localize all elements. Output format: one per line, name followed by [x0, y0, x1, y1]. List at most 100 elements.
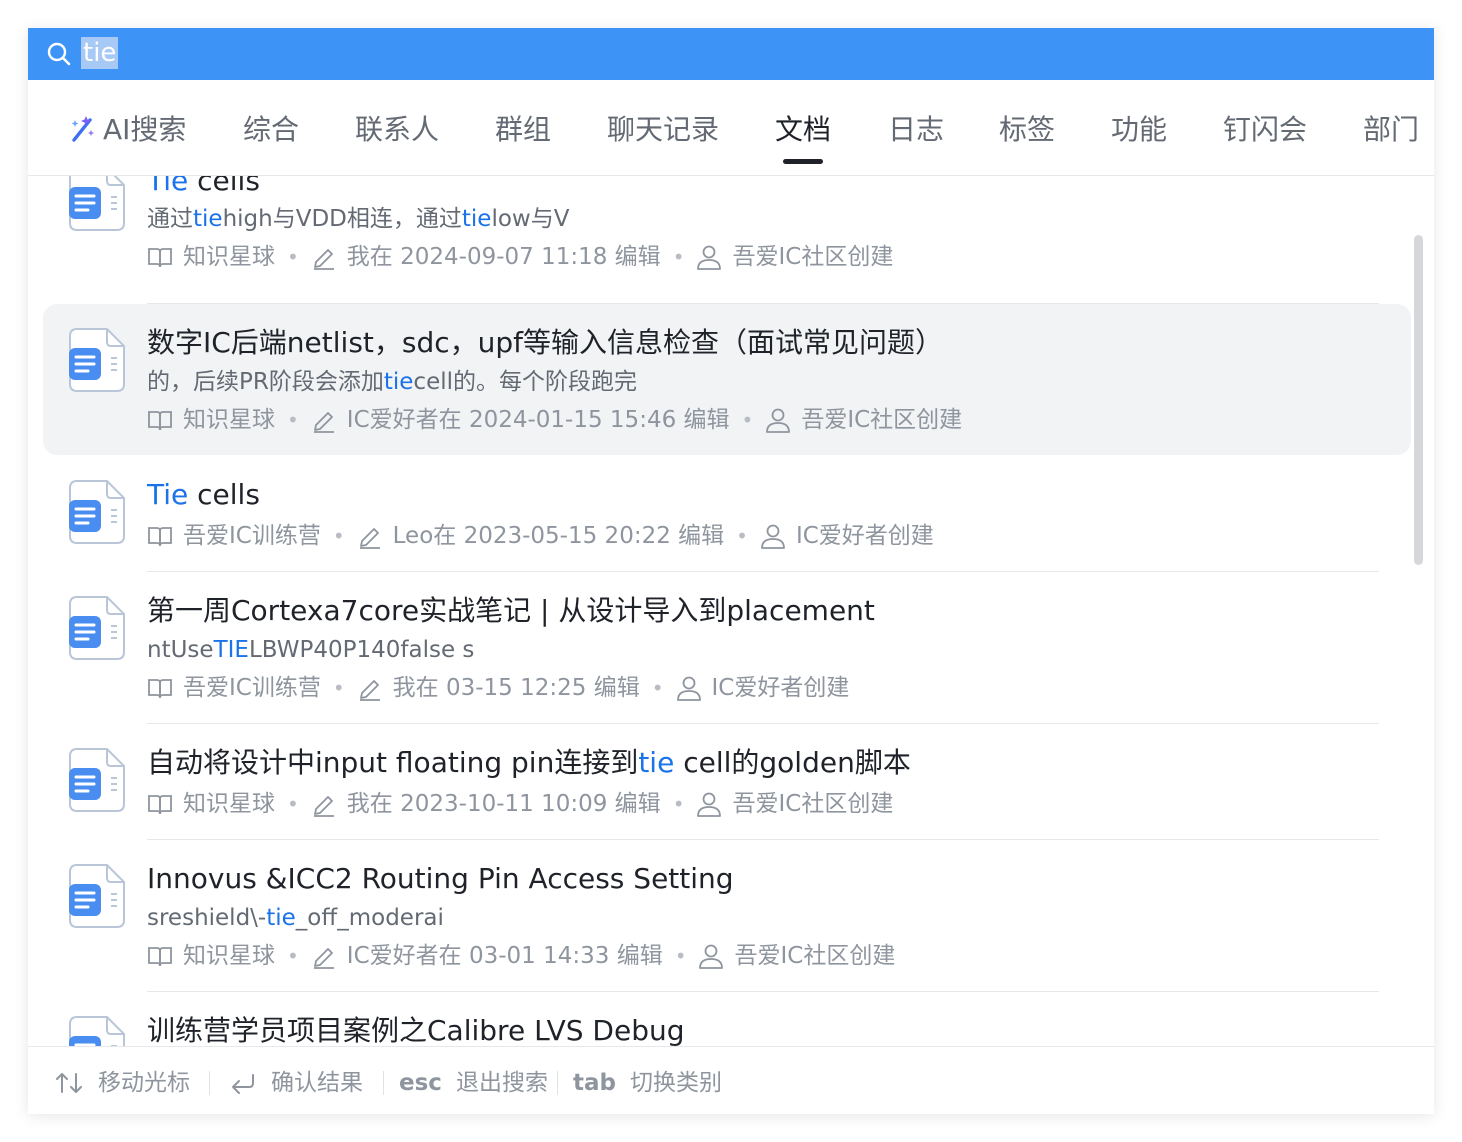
- book-icon: [147, 943, 173, 969]
- hint-label: 移动光标: [98, 1070, 190, 1096]
- book-icon: [147, 244, 173, 270]
- hint-label: 退出搜索: [455, 1070, 548, 1096]
- search-input[interactable]: tie: [81, 37, 119, 71]
- user-icon: [698, 943, 724, 969]
- search-icon: [47, 42, 71, 66]
- active-tab-indicator: [783, 159, 823, 164]
- document-icon: [69, 596, 125, 660]
- search-bar: tie: [28, 28, 1434, 80]
- result-creator: 吾爱IC社区创建: [734, 943, 896, 969]
- tab-ai-search[interactable]: AI搜索: [103, 110, 186, 150]
- tab-contacts[interactable]: 联系人: [355, 110, 439, 150]
- result-source: 吾爱IC训练营: [183, 675, 321, 701]
- up-down-arrows-icon: [56, 1073, 82, 1093]
- hint-switch-category: tab 切换类别: [573, 1068, 722, 1098]
- book-icon: [147, 675, 173, 701]
- result-edited: Leo在 2023-05-15 20:22 编辑: [392, 523, 725, 549]
- result-edited: IC爱好者在 03-01 14:33 编辑: [346, 943, 663, 969]
- result-title: 第一周Cortexa7core实战笔记 | 从设计导入到placement: [147, 594, 875, 627]
- result-edited: IC爱好者在 2024-01-15 15:46 编辑: [346, 407, 730, 433]
- result-item[interactable]: Innovus &ICC2 Routing Pin Access Setting…: [43, 840, 1411, 991]
- edit-icon: [357, 675, 383, 701]
- results-list: Tie cells 通过tiehigh与VDD相连，通过tielow与V 知识星…: [28, 176, 1434, 1046]
- tab-groups[interactable]: 群组: [495, 110, 551, 150]
- result-item[interactable]: Tie cells 吾爱IC训练营 • Leo在 2023-05-15 20:2…: [43, 456, 1411, 571]
- result-source: 知识星球: [183, 407, 275, 433]
- enter-key-icon: [232, 1074, 254, 1094]
- document-icon: [69, 748, 125, 812]
- tab-key: tab: [573, 1070, 616, 1096]
- edit-icon: [311, 407, 337, 433]
- hint-exit: esc 退出搜索: [399, 1068, 548, 1098]
- divider: [209, 1071, 210, 1095]
- document-icon: [69, 1016, 125, 1046]
- result-snippet: ntUseTIELBWP40P140false s: [147, 637, 475, 663]
- document-icon: [69, 864, 125, 928]
- hint-move-cursor: 移动光标: [54, 1068, 190, 1098]
- esc-key: esc: [399, 1070, 442, 1096]
- result-source: 吾爱IC训练营: [183, 523, 321, 549]
- tab-docs[interactable]: 文档: [775, 110, 831, 150]
- result-edited: 我在 2023-10-11 10:09 编辑: [346, 791, 661, 817]
- ai-sparkle-icon: [71, 116, 94, 142]
- tab-departments[interactable]: 部门: [1363, 110, 1419, 150]
- result-item-selected[interactable]: 数字IC后端netlist，sdc，upf等输入信息检查（面试常见问题） 的，后…: [43, 304, 1411, 455]
- document-icon: [69, 176, 125, 231]
- tab-dingshanhui[interactable]: 钉闪会: [1223, 110, 1307, 150]
- book-icon: [147, 407, 173, 433]
- category-tabs: AI搜索 综合 联系人 群组 聊天记录 文档 日志 标签 功能 钉闪会 部门: [28, 80, 1434, 176]
- result-source: 知识星球: [183, 791, 275, 817]
- result-snippet: sreshield\-tie_off_moderai: [147, 905, 444, 931]
- tab-logs[interactable]: 日志: [888, 110, 944, 150]
- document-icon: [69, 480, 125, 544]
- document-icon: [69, 328, 125, 392]
- divider: [557, 1071, 558, 1095]
- user-icon: [696, 791, 722, 817]
- result-snippet: 的，后续PR阶段会添加tiecell的。每个阶段跑完: [147, 369, 637, 395]
- user-icon: [765, 407, 791, 433]
- results-scrollbar[interactable]: [1414, 235, 1423, 565]
- result-title: Innovus &ICC2 Routing Pin Access Setting: [147, 862, 734, 895]
- edit-icon: [311, 791, 337, 817]
- search-query-selected[interactable]: tie: [81, 37, 119, 69]
- result-snippet: 通过tiehigh与VDD相连，通过tielow与V: [147, 206, 570, 232]
- result-title: 训练营学员项目案例之Calibre LVS Debug: [147, 1014, 685, 1046]
- shortcut-hints: 移动光标 确认结果 esc 退出搜索 tab 切换类别: [28, 1046, 1434, 1114]
- user-icon: [696, 244, 722, 270]
- result-meta: 知识星球 • IC爱好者在 03-01 14:33 编辑 • 吾爱IC社区创建: [147, 941, 895, 971]
- result-title: 数字IC后端netlist，sdc，upf等输入信息检查（面试常见问题）: [147, 326, 944, 359]
- result-item[interactable]: 训练营学员项目案例之Calibre LVS Debug: [43, 992, 1411, 1046]
- result-creator: IC爱好者创建: [795, 523, 934, 549]
- tab-chat-history[interactable]: 聊天记录: [607, 110, 719, 150]
- hint-label: 切换类别: [629, 1070, 722, 1096]
- tab-features[interactable]: 功能: [1111, 110, 1167, 150]
- result-item[interactable]: 第一周Cortexa7core实战笔记 | 从设计导入到placement nt…: [43, 572, 1411, 723]
- result-edited: 我在 2024-09-07 11:18 编辑: [346, 244, 661, 270]
- book-icon: [147, 791, 173, 817]
- user-icon: [676, 675, 702, 701]
- result-item[interactable]: Tie cells 通过tiehigh与VDD相连，通过tielow与V 知识星…: [43, 176, 1411, 303]
- result-meta: 知识星球 • 我在 2023-10-11 10:09 编辑 • 吾爱IC社区创建: [147, 789, 893, 819]
- edit-icon: [311, 943, 337, 969]
- result-meta: 吾爱IC训练营 • 我在 03-15 12:25 编辑 • IC爱好者创建: [147, 673, 849, 703]
- result-source: 知识星球: [183, 943, 275, 969]
- result-title: Tie cells: [147, 176, 260, 197]
- result-edited: 我在 03-15 12:25 编辑: [392, 675, 640, 701]
- result-title: Tie cells: [147, 478, 260, 511]
- hint-label: 确认结果: [271, 1070, 363, 1096]
- search-panel: tie AI搜索 综合 联系人 群组 聊天记录 文档 日志 标签 功能 钉闪会 …: [28, 28, 1434, 1114]
- result-creator: 吾爱IC社区创建: [732, 244, 894, 270]
- result-meta: 吾爱IC训练营 • Leo在 2023-05-15 20:22 编辑 • IC爱…: [147, 521, 934, 551]
- result-creator: IC爱好者创建: [711, 675, 850, 701]
- result-item[interactable]: 自动将设计中input floating pin连接到tie cell的gold…: [43, 724, 1411, 839]
- edit-icon: [311, 244, 337, 270]
- result-title: 自动将设计中input floating pin连接到tie cell的gold…: [147, 746, 911, 779]
- tab-overview[interactable]: 综合: [243, 110, 299, 150]
- tab-tags[interactable]: 标签: [999, 110, 1055, 150]
- divider: [383, 1071, 384, 1095]
- result-source: 知识星球: [183, 244, 275, 270]
- result-creator: 吾爱IC社区创建: [801, 407, 963, 433]
- hint-confirm: 确认结果: [229, 1068, 363, 1098]
- edit-icon: [357, 523, 383, 549]
- result-creator: 吾爱IC社区创建: [732, 791, 894, 817]
